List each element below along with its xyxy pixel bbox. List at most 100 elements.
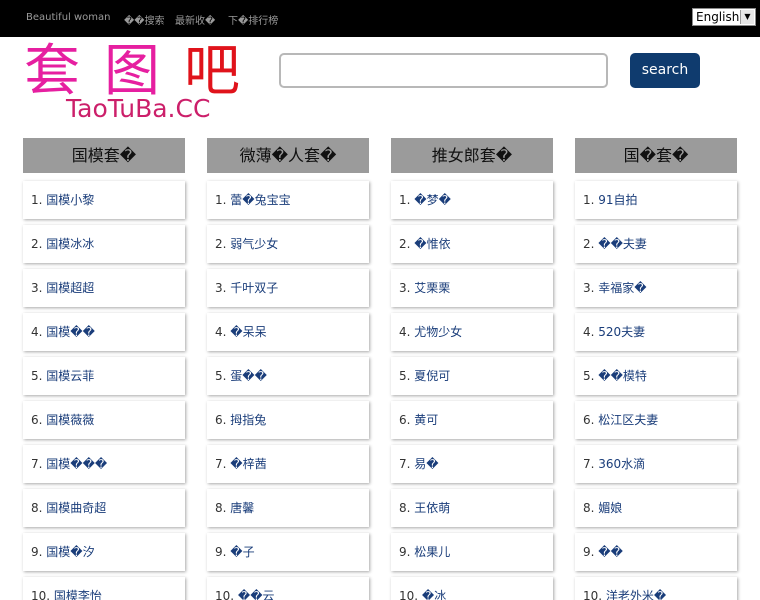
nav-link-ranking[interactable]: 下�排行榜: [228, 12, 278, 27]
list-item-number: 5.: [399, 369, 415, 383]
list-item: 3. 幸福家�: [575, 269, 737, 307]
list-item-number: 6.: [399, 413, 415, 427]
list-item-link[interactable]: �梓茜: [230, 457, 266, 471]
search-button[interactable]: search: [630, 53, 700, 88]
list-item: 4. 尤物少女: [391, 313, 553, 351]
list-item-link[interactable]: 唐馨: [230, 501, 254, 515]
list-item-link[interactable]: 松果儿: [414, 545, 450, 559]
column-header: 微薄�人套�: [207, 138, 369, 173]
list-item: 5. 蛋��: [207, 357, 369, 395]
list-item: 6. 国模薇薇: [23, 401, 185, 439]
list-item-link[interactable]: �子: [230, 545, 254, 559]
list-item-number: 7.: [215, 457, 231, 471]
list-item: 8. 唐馨: [207, 489, 369, 527]
search-input[interactable]: [279, 53, 608, 88]
column-tuigirl: 推女郎套� 1. �梦� 2. �惟依 3. 艾栗栗 4. 尤物少女 5. 夏倪可 6. …: [391, 138, 553, 600]
list-item: 4. 520夫妻: [575, 313, 737, 351]
list-item: 4. �呆呆: [207, 313, 369, 351]
list-item-number: 9.: [31, 545, 47, 559]
list-item-number: 5.: [583, 369, 599, 383]
list-item: 2. �惟依: [391, 225, 553, 263]
column-domestic: 国�套� 1. 91自拍 2. ��夫妻 3. 幸福家� 4. 520夫妻 5. ��模…: [575, 138, 737, 600]
list-item-link[interactable]: 拇指兔: [230, 413, 266, 427]
list-item-link[interactable]: 国模小黎: [46, 193, 94, 207]
list-item-link[interactable]: �惟依: [414, 237, 450, 251]
column-list: 1. �梦� 2. �惟依 3. 艾栗栗 4. 尤物少女 5. 夏倪可 6. 黄可 7. 易…: [391, 181, 553, 600]
list-item: 3. 千叶双子: [207, 269, 369, 307]
list-item-link[interactable]: 千叶双子: [230, 281, 278, 295]
list-item: 1. 91自拍: [575, 181, 737, 219]
list-item-link[interactable]: 91自拍: [598, 193, 637, 207]
list-item-link[interactable]: 松江区夫妻: [598, 413, 658, 427]
list-item: 6. 拇指兔: [207, 401, 369, 439]
column-header: 国模套�: [23, 138, 185, 173]
list-item-number: 1.: [31, 193, 47, 207]
list-item: 10. 洋老外米�: [575, 577, 737, 600]
list-item-number: 7.: [399, 457, 415, 471]
nav-link-latest[interactable]: 最新收�: [175, 12, 215, 27]
list-item-link[interactable]: 国模�汐: [46, 545, 94, 559]
list-item-link[interactable]: 洋老外米�: [606, 589, 666, 600]
list-item-number: 3.: [215, 281, 231, 295]
list-item-link[interactable]: 国模超超: [46, 281, 94, 295]
list-item: 8. 王依萌: [391, 489, 553, 527]
list-item-number: 4.: [215, 325, 231, 339]
list-item-number: 8.: [583, 501, 599, 515]
list-item-link[interactable]: 尤物少女: [414, 325, 462, 339]
list-item: 9. 国模�汐: [23, 533, 185, 571]
list-item-link[interactable]: �梦�: [414, 193, 451, 207]
list-item-link[interactable]: �冰: [422, 589, 446, 600]
list-item-link[interactable]: 夏倪可: [414, 369, 450, 383]
list-item-link[interactable]: ��云: [238, 589, 275, 600]
site-logo[interactable]: 套 图 吧: [22, 38, 252, 96]
list-item-link[interactable]: 国模冰冰: [46, 237, 94, 251]
list-item-link[interactable]: 媚娘: [598, 501, 622, 515]
list-item-link[interactable]: 易�: [414, 457, 438, 471]
list-item-number: 8.: [399, 501, 415, 515]
list-item-link[interactable]: 弱气少女: [230, 237, 278, 251]
list-item-number: 10.: [215, 589, 238, 600]
list-item-link[interactable]: ��模特: [598, 369, 647, 383]
list-item-link[interactable]: 蕾�兔宝宝: [230, 193, 290, 207]
list-item-link[interactable]: 国模云菲: [46, 369, 94, 383]
list-item-number: 7.: [583, 457, 599, 471]
list-item-link[interactable]: 艾栗栗: [414, 281, 450, 295]
list-item-link[interactable]: ��: [598, 545, 623, 559]
list-item: 1. 国模小黎: [23, 181, 185, 219]
list-item-link[interactable]: 蛋��: [230, 369, 267, 383]
list-item-number: 6.: [215, 413, 231, 427]
list-item-number: 8.: [215, 501, 231, 515]
list-item: 8. 国模曲奇超: [23, 489, 185, 527]
chevron-down-icon: ▼: [740, 10, 754, 24]
list-item-link[interactable]: 黄可: [414, 413, 438, 427]
list-item-link[interactable]: 国模���: [46, 457, 107, 471]
list-item: 2. 国模冰冰: [23, 225, 185, 263]
list-item-link[interactable]: �呆呆: [230, 325, 266, 339]
language-select[interactable]: English ▼: [692, 8, 756, 26]
nav-link-search[interactable]: ��搜索: [124, 12, 165, 27]
list-item-number: 6.: [31, 413, 47, 427]
list-item-number: 2.: [399, 237, 415, 251]
list-item: 2. ��夫妻: [575, 225, 737, 263]
list-item-link[interactable]: 520夫妻: [598, 325, 645, 339]
list-item-number: 8.: [31, 501, 47, 515]
nav-link-beautiful-woman[interactable]: Beautiful woman: [26, 12, 111, 23]
list-item: 7. 易�: [391, 445, 553, 483]
logo-char-2: 图: [104, 39, 160, 96]
list-item-link[interactable]: 王依萌: [414, 501, 450, 515]
list-item-link[interactable]: 360水滴: [598, 457, 645, 471]
list-item-link[interactable]: 国模曲奇超: [46, 501, 106, 515]
list-item-link[interactable]: 国模薇薇: [46, 413, 94, 427]
list-item: 9. 松果儿: [391, 533, 553, 571]
list-item-number: 3.: [399, 281, 415, 295]
list-item: 5. 夏倪可: [391, 357, 553, 395]
list-item-number: 5.: [215, 369, 231, 383]
list-item-link[interactable]: 国模李怡: [54, 589, 102, 600]
list-item: 7. 360水滴: [575, 445, 737, 483]
column-header: 国�套�: [575, 138, 737, 173]
list-item-number: 2.: [31, 237, 47, 251]
list-item: 10. 国模李怡: [23, 577, 185, 600]
list-item-link[interactable]: ��夫妻: [598, 237, 647, 251]
list-item-link[interactable]: 国模��: [46, 325, 95, 339]
list-item-link[interactable]: 幸福家�: [598, 281, 646, 295]
